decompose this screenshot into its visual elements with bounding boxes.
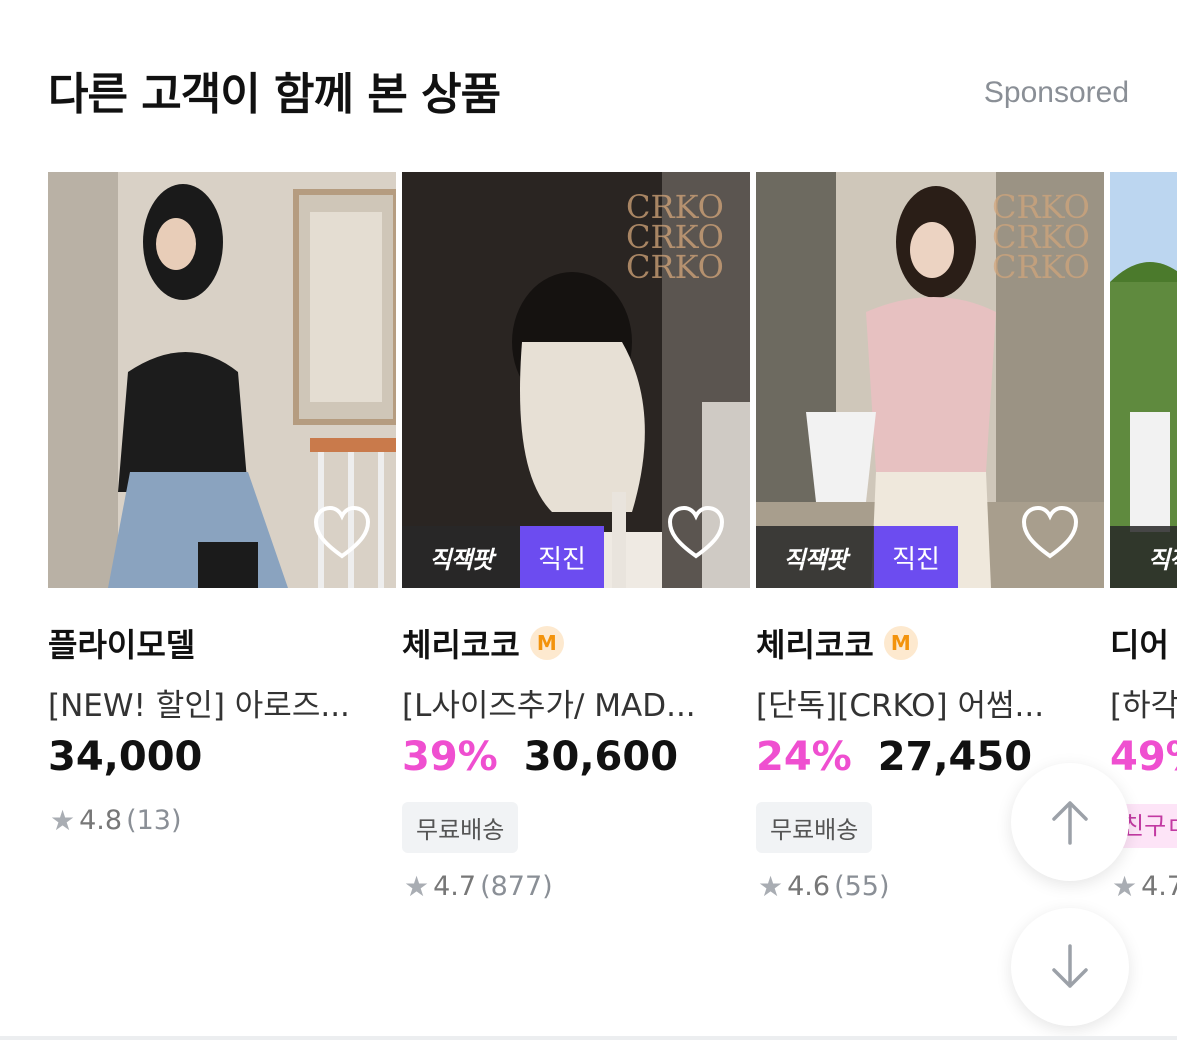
rating-score: 4.7 xyxy=(1141,871,1177,902)
rating-score: 4.8 xyxy=(79,805,123,836)
rating-score: 4.7 xyxy=(433,871,477,902)
scroll-up-button[interactable] xyxy=(1011,763,1129,881)
price: 24% 27,450 xyxy=(756,734,1032,780)
star-icon: ★ xyxy=(1112,870,1138,903)
free-shipping-tag: 무료배송 xyxy=(402,802,519,853)
promo-badges: 직잭팟 직진 xyxy=(756,526,958,588)
discount-rate: 24% xyxy=(756,734,852,780)
sponsored-label[interactable]: Sponsored xyxy=(984,76,1129,110)
product-card[interactable]: CRKO CRKO CRKO 직잭팟 직진 체리코코 M [L사이즈추가/ MA… xyxy=(402,172,750,932)
product-name[interactable]: [단독][CRKO] 어썸... xyxy=(756,680,1086,725)
review-count: (877) xyxy=(480,871,553,902)
star-icon: ★ xyxy=(758,870,784,903)
heart-icon[interactable] xyxy=(1020,504,1080,562)
brand-label: 디어 xyxy=(1110,626,1169,664)
review-count: (13) xyxy=(126,805,182,836)
free-shipping-tag: 무료배송 xyxy=(756,802,873,853)
section-divider xyxy=(0,1036,1177,1040)
rating: ★ 4.7 xyxy=(1112,870,1177,903)
price-value: 34,000 xyxy=(48,734,203,780)
scroll-down-button[interactable] xyxy=(1011,908,1129,1026)
price: 34,000 xyxy=(48,734,202,780)
brand-label: 체리코코 xyxy=(402,626,520,664)
star-icon: ★ xyxy=(50,804,76,837)
jackpot-badge: 직잭팟 xyxy=(756,526,874,588)
heart-icon[interactable] xyxy=(666,504,726,562)
price: 49% xyxy=(1110,734,1177,780)
direct-badge: 직진 xyxy=(874,526,958,588)
product-carousel[interactable]: 플라이모델 [NEW! 할인] 아로즈... 34,000 ★ 4.8 (13)… xyxy=(48,172,1177,932)
price: 39% 30,600 xyxy=(402,734,678,780)
promo-badges: 직잭팟 직진 xyxy=(402,526,604,588)
price-value: 27,450 xyxy=(877,734,1033,780)
brand-label: 플라이모델 xyxy=(48,626,196,664)
arrow-down-icon xyxy=(1052,944,1088,988)
heart-icon[interactable] xyxy=(312,504,372,562)
svg-text:CRKO: CRKO xyxy=(626,248,724,286)
review-count: (55) xyxy=(834,871,890,902)
rating-score: 4.6 xyxy=(787,871,831,902)
price-value: 30,600 xyxy=(523,734,679,780)
membership-badge-icon: M xyxy=(529,626,564,660)
section-header: 다른 고객이 함께 본 상품 Sponsored xyxy=(48,58,1129,128)
brand-name[interactable]: 디어 xyxy=(1110,620,1169,666)
brand-name[interactable]: 플라이모델 xyxy=(48,620,195,666)
jackpot-badge: 직잭 xyxy=(1110,526,1177,588)
product-image[interactable]: 직잭 xyxy=(1110,172,1177,588)
product-image[interactable]: CRKO CRKO CRKO 직잭팟 직진 xyxy=(402,172,750,588)
arrow-up-icon xyxy=(1052,801,1088,845)
product-name[interactable]: [하각 xyxy=(1110,680,1177,725)
rating: ★ 4.8 (13) xyxy=(50,804,182,837)
rating: ★ 4.7 (877) xyxy=(404,870,553,903)
brand-label: 체리코코 xyxy=(756,626,874,664)
product-image[interactable] xyxy=(48,172,396,588)
rating: ★ 4.6 (55) xyxy=(758,870,890,903)
discount-rate: 49% xyxy=(1110,734,1177,780)
direct-badge: 직진 xyxy=(520,526,604,588)
brand-name[interactable]: 체리코코 M xyxy=(402,620,564,666)
svg-text:CRKO: CRKO xyxy=(992,248,1090,286)
section-title: 다른 고객이 함께 본 상품 xyxy=(48,69,501,120)
product-image[interactable]: CRKO CRKO CRKO 직잭팟 직진 xyxy=(756,172,1104,588)
product-name[interactable]: [L사이즈추가/ MAD... xyxy=(402,680,732,725)
promo-badges: 직잭 xyxy=(1110,526,1177,588)
jackpot-badge: 직잭팟 xyxy=(402,526,520,588)
product-name[interactable]: [NEW! 할인] 아로즈... xyxy=(48,680,378,725)
membership-badge-icon: M xyxy=(883,626,918,660)
star-icon: ★ xyxy=(404,870,430,903)
discount-rate: 39% xyxy=(402,734,498,780)
brand-name[interactable]: 체리코코 M xyxy=(756,620,918,666)
product-card[interactable]: 플라이모델 [NEW! 할인] 아로즈... 34,000 ★ 4.8 (13) xyxy=(48,172,396,932)
